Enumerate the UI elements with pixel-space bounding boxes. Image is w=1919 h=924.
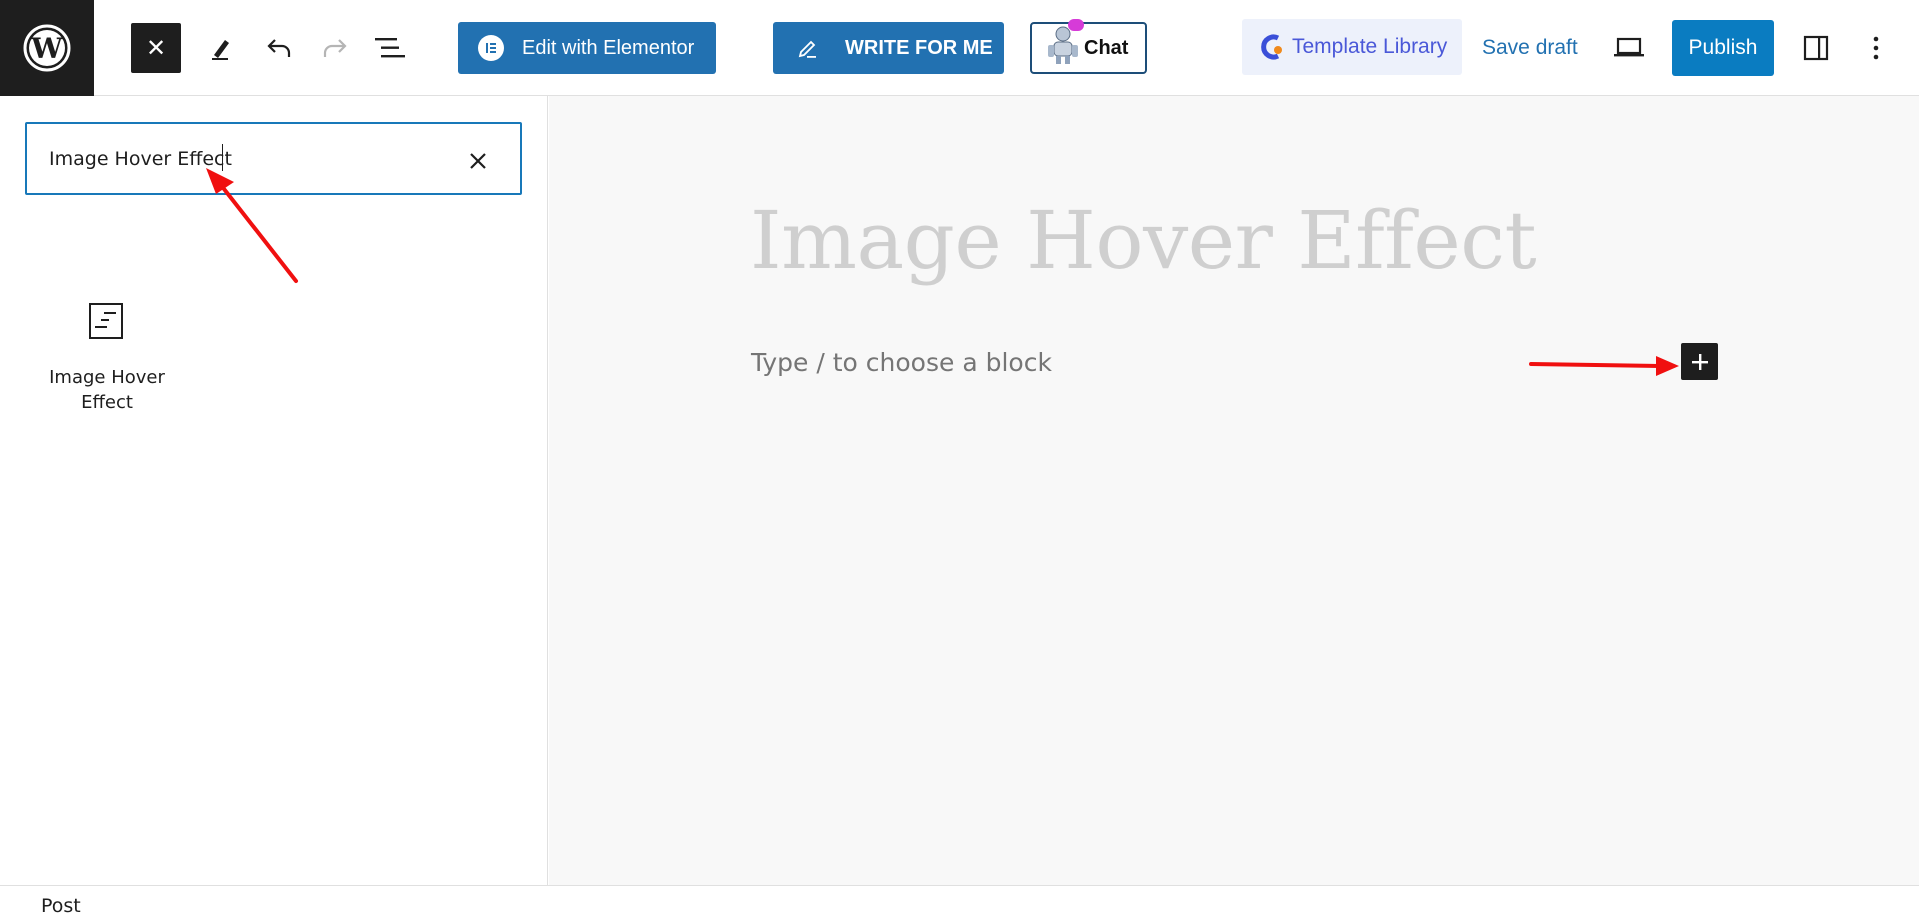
notification-badge: [1068, 19, 1084, 31]
block-inserter-panel: Image Hover Effect: [0, 96, 548, 885]
template-library-label: Template Library: [1292, 35, 1448, 58]
edit-pen-icon: [797, 37, 819, 59]
write-for-me-label: WRITE FOR ME: [845, 36, 993, 59]
write-for-me-button[interactable]: WRITE FOR ME: [773, 22, 1004, 74]
preview-button[interactable]: [1606, 26, 1652, 70]
block-result-image-hover-effect[interactable]: Image Hover Effect: [42, 292, 172, 432]
robot-avatar-icon: [1046, 19, 1084, 71]
block-search-box: [25, 122, 522, 195]
more-vertical-icon: [1873, 36, 1879, 60]
settings-sidebar-button[interactable]: [1794, 26, 1838, 70]
elementor-icon: [478, 35, 504, 61]
editor-footer: Post: [0, 885, 1919, 924]
breadcrumb[interactable]: Post: [41, 895, 81, 917]
block-editor: W ✕ Edit with Elementor WRITE FOR ME Cha…: [0, 0, 1919, 924]
block-result-label: Image Hover Effect: [49, 367, 165, 413]
clear-search-button[interactable]: [461, 144, 495, 178]
list-view-icon: [375, 38, 405, 58]
tools-button[interactable]: [200, 23, 242, 73]
redo-icon: [323, 39, 347, 57]
empty-block-placeholder[interactable]: Type / to choose a block: [751, 348, 1052, 377]
block-text-icon: [88, 302, 126, 347]
pencil-icon: [212, 40, 229, 60]
undo-icon: [267, 39, 291, 57]
svg-text:W: W: [30, 32, 63, 65]
wordpress-logo-icon: W: [23, 24, 71, 72]
undo-button[interactable]: [258, 23, 300, 73]
post-title[interactable]: Image Hover Effect: [750, 194, 1537, 287]
text-caret: [222, 144, 223, 171]
chat-label: Chat: [1084, 36, 1129, 59]
wordpress-logo-button[interactable]: W: [0, 0, 94, 96]
template-library-logo-icon: [1258, 32, 1284, 62]
block-search-input[interactable]: [49, 144, 449, 174]
close-inserter-button[interactable]: ✕: [131, 23, 181, 73]
redo-button[interactable]: [314, 23, 356, 73]
add-block-button[interactable]: [1681, 343, 1718, 380]
laptop-icon: [1614, 37, 1644, 57]
document-overview-button[interactable]: [368, 23, 412, 73]
edit-with-elementor-button[interactable]: Edit with Elementor: [458, 22, 716, 74]
close-icon: [470, 153, 486, 169]
editor-toolbar: W ✕ Edit with Elementor WRITE FOR ME Cha…: [0, 0, 1919, 96]
plus-icon: [1691, 353, 1708, 370]
elementor-button-label: Edit with Elementor: [522, 36, 695, 59]
editor-canvas: Image Hover Effect Type / to choose a bl…: [549, 96, 1919, 885]
publish-button[interactable]: Publish: [1672, 20, 1774, 76]
template-library-button[interactable]: Template Library: [1242, 19, 1462, 75]
options-menu-button[interactable]: [1856, 26, 1896, 70]
save-draft-button[interactable]: Save draft: [1482, 30, 1578, 66]
close-icon: ✕: [145, 34, 167, 62]
chat-button[interactable]: Chat: [1030, 19, 1147, 74]
sidebar-panel-icon: [1803, 35, 1829, 61]
